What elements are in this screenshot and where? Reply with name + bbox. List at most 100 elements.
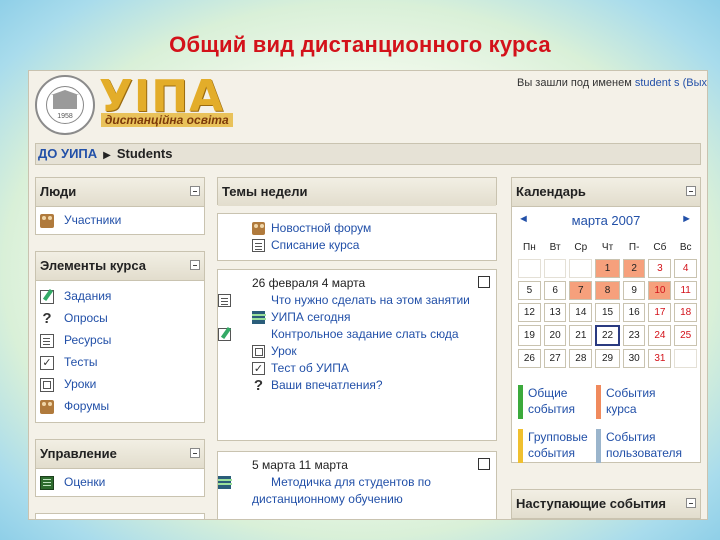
weekday-header: Пн (523, 241, 536, 253)
calendar-day[interactable]: 27 (543, 349, 567, 368)
calendar-header: Календарь (512, 178, 700, 207)
resources-link[interactable]: Ресурсы (36, 329, 204, 351)
calendar-day[interactable]: 25 (674, 325, 697, 346)
document-icon (218, 294, 231, 307)
calendar-day[interactable]: 1 (595, 259, 620, 278)
legend-course-events[interactable]: События курса (596, 385, 672, 419)
calendar-grid: Пн Вт Ср Чт П- Сб Вс 1 2 3 4 5 6 7 8 9 10 11 12 13 14 15 16 17… (515, 235, 700, 371)
breadcrumb: ДО УИПА ▶ Students (35, 143, 701, 165)
course-description-link[interactable]: Списание курса (218, 237, 496, 254)
forum-icon (40, 399, 54, 414)
legend-color-swatch (596, 385, 601, 419)
legend-group-events[interactable]: Групповые события (518, 429, 598, 463)
calendar-day[interactable]: 2 (622, 259, 646, 278)
collapse-icon[interactable] (686, 498, 696, 508)
weekday-header: П- (628, 241, 640, 253)
section-date: 5 марта 11 марта (252, 458, 348, 472)
uipa-today-link[interactable]: УИПА сегодня (218, 309, 496, 326)
course-section-week-1: 26 февраля 4 марта Что нужно сделать на … (217, 269, 497, 441)
todo-resource-link[interactable]: Что нужно сделать на этом занятии (218, 292, 496, 309)
forum-icon (252, 222, 265, 235)
calendar-day[interactable]: 30 (622, 349, 646, 368)
grades-link[interactable]: Оценки (36, 471, 204, 493)
assignment-icon (218, 328, 231, 341)
calendar-empty-cell (543, 259, 567, 278)
calendar-day[interactable]: 16 (622, 303, 646, 322)
calendar-day[interactable]: 12 (518, 303, 541, 322)
participants-icon (40, 213, 54, 228)
calendar-day[interactable]: 18 (674, 303, 697, 322)
calendar-day[interactable]: 20 (543, 325, 567, 346)
calendar-day[interactable]: 11 (674, 281, 697, 300)
weekday-header: Вс (679, 241, 692, 253)
user-profile-link[interactable]: student s (635, 77, 680, 89)
calendar-day[interactable]: 29 (595, 349, 620, 368)
calendar-day[interactable]: 9 (622, 281, 646, 300)
news-forum-link[interactable]: Новостной форум (218, 220, 496, 237)
label-icon (218, 476, 232, 489)
management-block: Управление Оценки (35, 439, 205, 497)
weekday-header: Вт (549, 241, 561, 253)
calendar-month[interactable]: марта 2007 (512, 213, 700, 228)
document-icon (252, 239, 265, 252)
calendar-day[interactable]: 15 (595, 303, 620, 322)
left-block-partial (35, 513, 205, 519)
calendar-legend: Общие события События курса Групповые со… (512, 385, 700, 475)
highlight-checkbox[interactable] (478, 276, 490, 288)
feedback-link[interactable]: ? Ваши впечатления? (218, 377, 496, 394)
tests-link[interactable]: ✓ Тесты (36, 351, 204, 373)
manual-link[interactable]: Методичка для студентов по дистанционном… (218, 474, 496, 508)
calendar-day[interactable]: 6 (543, 281, 567, 300)
upcoming-events-header: Наступающие события (512, 490, 700, 519)
collapse-icon[interactable] (190, 186, 200, 196)
collapse-icon[interactable] (190, 260, 200, 270)
calendar-day[interactable]: 10 (648, 281, 672, 300)
legend-color-swatch (518, 429, 523, 463)
forums-link[interactable]: Форумы (36, 395, 204, 417)
lessons-link[interactable]: Уроки (36, 373, 204, 395)
slide-title: Общий вид дистанционного курса (169, 32, 551, 57)
collapse-icon[interactable] (686, 186, 696, 196)
assignments-link[interactable]: Задания (36, 285, 204, 307)
control-assignment-link[interactable]: Контрольное задание слать сюда (218, 326, 496, 343)
legend-global-events[interactable]: Общие события (518, 385, 584, 419)
next-month-arrow-icon[interactable]: ► (681, 213, 692, 225)
breadcrumb-home-link[interactable]: ДО УИПА (38, 146, 97, 161)
calendar-day[interactable]: 8 (595, 281, 620, 300)
calendar-day[interactable]: 28 (569, 349, 593, 368)
calendar-day[interactable]: 14 (569, 303, 593, 322)
question-icon: ? (42, 309, 52, 327)
participants-link[interactable]: Участники (36, 209, 204, 231)
calendar-empty-cell (674, 349, 697, 368)
course-section-general: Новостной форум Списание курса (217, 213, 497, 261)
calendar-empty-cell (569, 259, 593, 278)
polls-link[interactable]: ? Опросы (36, 307, 204, 329)
grades-icon (40, 475, 54, 490)
logout-link[interactable]: (Выход) (683, 77, 707, 89)
calendar-day[interactable]: 3 (648, 259, 672, 278)
calendar-day[interactable]: 31 (648, 349, 672, 368)
calendar-day[interactable]: 23 (622, 325, 646, 346)
user-login-info: Вы зашли под именем student s (Выход) (517, 77, 707, 89)
calendar-day[interactable]: 4 (674, 259, 697, 278)
assignment-icon (40, 289, 54, 304)
calendar-navigation: ◄ марта 2007 ► (512, 211, 700, 235)
lesson-icon (40, 377, 54, 392)
calendar-day[interactable]: 26 (518, 349, 541, 368)
highlight-checkbox[interactable] (478, 458, 490, 470)
calendar-day[interactable]: 19 (518, 325, 541, 346)
lesson-link[interactable]: Урок (218, 343, 496, 360)
calendar-day[interactable]: 22 (595, 325, 620, 346)
calendar-day[interactable]: 7 (569, 281, 593, 300)
calendar-day[interactable]: 13 (543, 303, 567, 322)
people-block: Люди Участники (35, 177, 205, 235)
calendar-day[interactable]: 5 (518, 281, 541, 300)
collapse-icon[interactable] (190, 448, 200, 458)
calendar-day[interactable]: 24 (648, 325, 672, 346)
calendar-day[interactable]: 17 (648, 303, 672, 322)
weekday-header: Чт (601, 241, 614, 253)
legend-user-events[interactable]: События пользователя (596, 429, 696, 463)
test-link[interactable]: ✓ Тест об УИПА (218, 360, 496, 377)
calendar-day[interactable]: 21 (569, 325, 593, 346)
topics-block: Темы недели (217, 177, 497, 206)
